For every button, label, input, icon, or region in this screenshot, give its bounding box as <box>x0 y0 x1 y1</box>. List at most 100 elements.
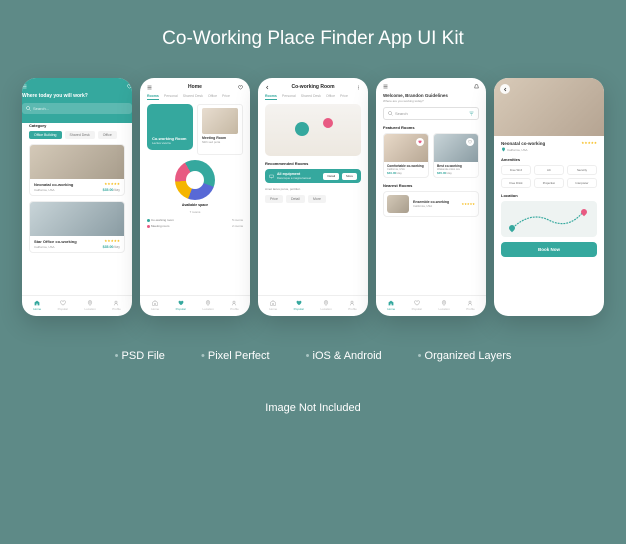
feature-subtitle: Lectus viverra <box>152 141 186 145</box>
amenity-wifi: Free Wi-fi <box>501 165 531 175</box>
nav-profile[interactable]: Profile <box>348 300 357 311</box>
available-count: 7 rooms <box>147 210 243 214</box>
search-placeholder: Search <box>395 111 408 116</box>
chart-legend: Co-working room 5 rooms <box>147 218 243 222</box>
footer-disclaimer: Image Not Included <box>265 402 360 414</box>
phone-screen-home: Home Rooms Personal Shared Desk Office P… <box>140 78 250 316</box>
recommended-label: Recommended Rooms <box>265 161 361 166</box>
tab-price[interactable]: Price <box>340 94 348 100</box>
heart-icon[interactable] <box>127 84 132 89</box>
bottom-nav: Home Popular Location Profile <box>22 295 132 316</box>
bottom-nav: Home Popular Location Profile <box>376 295 486 316</box>
amenity-ac: AC <box>534 165 564 175</box>
nav-profile[interactable]: Profile <box>466 300 475 311</box>
listing-title: Neonatal co-working <box>34 182 73 187</box>
listing-price: $35.00/day <box>103 188 120 192</box>
nav-home[interactable]: Home <box>33 300 41 311</box>
featured-card[interactable]: Comfortable co-working California, USA $… <box>383 133 429 178</box>
feature-meeting-card[interactable]: Meeting Room Nibh sed porta <box>197 104 243 155</box>
nav-profile[interactable]: Profile <box>230 300 239 311</box>
tab-personal[interactable]: Personal <box>282 94 296 100</box>
back-icon[interactable] <box>265 85 270 90</box>
room-illustration <box>265 104 361 156</box>
listing-price: $35.00/day <box>103 245 120 249</box>
menu-icon[interactable] <box>147 85 152 90</box>
welcome-prompt: Where are you working today? <box>383 99 479 103</box>
tab-rooms[interactable]: Rooms <box>147 94 159 100</box>
amenity-drink: Free Drink <box>501 178 531 188</box>
nav-profile[interactable]: Profile <box>112 300 121 311</box>
chip-more[interactable]: More <box>308 195 326 203</box>
nav-popular[interactable]: Popular <box>294 300 304 311</box>
featured-price: $40.00/day <box>387 171 425 175</box>
category-label: Category <box>29 123 125 128</box>
phone-mockup-row: Where today you will work? Search... Cat… <box>22 78 604 316</box>
listing-image <box>30 202 124 236</box>
menu-icon[interactable] <box>22 84 27 89</box>
heart-icon[interactable] <box>238 85 243 90</box>
chip-shared-desk[interactable]: Shared Desk <box>65 131 95 139</box>
amenity-interpreter: Interpreter <box>567 178 597 188</box>
chip-detail[interactable]: Detail <box>286 195 305 203</box>
tab-personal[interactable]: Personal <box>164 94 178 100</box>
detail-button[interactable]: Detail <box>323 173 339 180</box>
screen-title: Home <box>188 84 202 90</box>
phone-screen-room-type: Co-working Room Rooms Personal Shared De… <box>258 78 368 316</box>
bottom-nav: Home Popular Location Profile <box>258 295 368 316</box>
filter-tabs: Rooms Personal Shared Desk Office Price <box>265 94 361 100</box>
equip-subtitle: Daremque a magna laoreet <box>277 176 311 180</box>
favorite-button[interactable] <box>466 138 474 146</box>
page-title: Co-Working Place Finder App UI Kit <box>162 28 464 50</box>
nav-popular[interactable]: Popular <box>58 300 68 311</box>
tab-shared[interactable]: Shared Desk <box>183 94 203 100</box>
nav-location[interactable]: Location <box>202 300 213 311</box>
bottom-nav: Home Popular Location Profile <box>140 295 250 316</box>
book-now-button[interactable]: Book Now <box>501 242 597 257</box>
tab-price[interactable]: Price <box>222 94 230 100</box>
featured-card[interactable]: Best co-working Wakanda ordoo ora $35.00… <box>433 133 479 178</box>
nearest-item[interactable]: Ensemble co-working California, USA ★★★★… <box>383 191 479 217</box>
bell-icon[interactable] <box>474 84 479 89</box>
location-map[interactable] <box>501 201 597 237</box>
back-button[interactable] <box>500 84 510 94</box>
nearest-subtitle: California, USA <box>413 204 458 208</box>
nearest-thumbnail <box>387 195 409 213</box>
chip-price[interactable]: Price <box>265 195 283 203</box>
tab-office[interactable]: Office <box>208 94 217 100</box>
more-button[interactable]: More <box>342 173 357 180</box>
menu-icon[interactable] <box>383 84 388 89</box>
nav-home[interactable]: Home <box>151 300 159 311</box>
equipment-card[interactable]: All equipment Daremque a magna laoreet D… <box>265 169 361 183</box>
nav-home[interactable]: Home <box>269 300 277 311</box>
tab-office[interactable]: Office <box>326 94 335 100</box>
feature-list: PSD File Pixel Perfect iOS & Android Org… <box>115 350 512 362</box>
featured-row: Comfortable co-working California, USA $… <box>383 133 479 178</box>
nav-popular[interactable]: Popular <box>176 300 186 311</box>
chip-office-building[interactable]: Office Building <box>29 131 62 139</box>
feature-coworking-card[interactable]: Co-working Room Lectus viverra <box>147 104 193 150</box>
availability-donut-chart <box>175 160 215 200</box>
nav-popular[interactable]: Popular <box>412 300 422 311</box>
rating-stars: ★★★★★ <box>462 202 475 206</box>
listing-card[interactable]: Star Office co-working ★★★★★ California,… <box>29 201 125 253</box>
category-chips: Office Building Shared Desk Office <box>29 131 125 139</box>
rating-stars: ★★★★★ <box>581 141 597 146</box>
filter-chips: Price Detail More <box>265 195 361 203</box>
search-input[interactable]: Search <box>383 107 479 120</box>
nav-location[interactable]: Location <box>438 300 449 311</box>
search-input[interactable]: Search... <box>22 103 132 114</box>
detail-title: Neonatal co-working <box>501 141 545 146</box>
nav-location[interactable]: Location <box>320 300 331 311</box>
favorite-button[interactable] <box>416 138 424 146</box>
nav-location[interactable]: Location <box>84 300 95 311</box>
filter-icon[interactable] <box>469 111 474 116</box>
featured-price: $35.00/day <box>437 171 475 175</box>
search-placeholder: Search... <box>33 106 49 111</box>
tab-rooms[interactable]: Rooms <box>265 94 277 100</box>
more-icon[interactable] <box>356 85 361 90</box>
listing-card[interactable]: Neonatal co-working ★★★★★ California, US… <box>29 144 125 196</box>
nav-home[interactable]: Home <box>387 300 395 311</box>
chip-office[interactable]: Office <box>98 131 117 139</box>
search-icon <box>388 111 393 116</box>
tab-shared[interactable]: Shared Desk <box>301 94 321 100</box>
